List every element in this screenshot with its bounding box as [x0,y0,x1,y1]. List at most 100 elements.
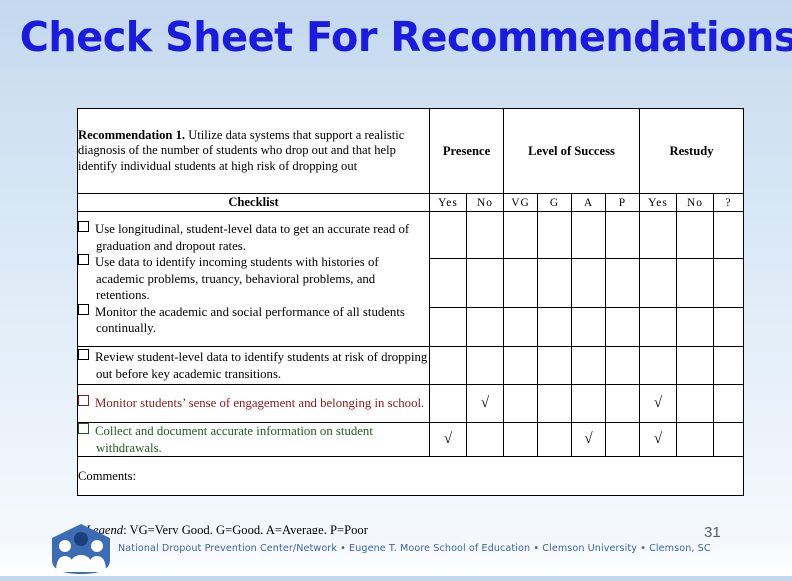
table-row: Monitor students’ sense of engagement an… [77,384,745,423]
footer-organization-text: National Dropout Prevention Center/Netwo… [118,543,711,554]
ndpc-shield-logo-icon [48,522,114,576]
checklist-item-6: Collect and document accurate informatio… [77,421,430,458]
list-item-label: Collect and document accurate informatio… [95,424,373,455]
cell-level-g[interactable] [537,346,573,385]
cell-restudy-yes[interactable]: √ [639,421,678,458]
cell-level-p[interactable] [605,421,641,458]
cell-restudy-yes[interactable] [639,346,678,385]
cell-restudy-unknown[interactable] [713,421,745,458]
cell-restudy-unknown[interactable] [713,210,745,260]
cell-presence-no[interactable] [465,346,505,385]
subheader-restudy-unknown: ? [713,193,745,212]
table-row: Review student-level data to identify st… [77,346,745,385]
cell-presence-yes[interactable] [429,384,467,423]
table-subheader-row: Checklist Yes No VG G A P Yes No ? [77,193,745,212]
cell-level-g[interactable] [537,384,573,423]
cell-level-vg[interactable] [503,346,539,385]
list-item-label: Use data to identify incoming students w… [95,255,379,303]
cell-presence-yes[interactable]: √ [429,421,467,458]
subheader-restudy-no: No [676,193,715,212]
cell-restudy-yes[interactable]: √ [639,384,678,423]
cell-restudy-yes[interactable] [639,258,678,309]
cell-level-p[interactable] [605,384,641,423]
cell-restudy-no[interactable] [676,210,715,260]
checkbox-icon[interactable] [78,254,89,266]
cell-restudy-no[interactable] [676,421,715,458]
comments-field[interactable]: Comments: [76,456,745,497]
cell-level-a[interactable] [571,210,607,260]
cell-presence-no[interactable] [465,421,505,458]
cell-restudy-no[interactable] [676,384,715,423]
subheader-level-p: P [605,193,641,212]
checkbox-icon[interactable] [78,395,89,407]
cell-restudy-no[interactable] [676,258,715,309]
cell-level-a[interactable]: √ [571,421,607,458]
cell-level-p[interactable] [605,346,641,385]
cell-level-vg[interactable] [503,258,539,309]
cell-level-p[interactable] [605,210,641,260]
cell-level-a[interactable] [571,346,607,385]
checklist-items-group-1: Use longitudinal, student-level data to … [77,211,430,347]
cell-level-p[interactable] [605,307,641,347]
list-item-label: Review student-level data to identify st… [95,349,428,381]
cell-presence-no[interactable] [465,307,505,347]
cell-level-a[interactable] [571,384,607,423]
subheader-level-g: G [537,193,573,212]
recommendation-check-table: Recommendation 1. Utilize data systems t… [76,108,745,497]
cell-presence-yes[interactable] [429,307,467,347]
cell-level-vg[interactable] [503,384,539,423]
cell-presence-yes[interactable] [429,258,467,309]
list-item-label: Monitor the academic and social performa… [95,304,405,336]
list-item-label: Monitor students’ sense of engagement an… [95,396,425,411]
cell-presence-no[interactable] [465,258,505,309]
comments-row: Comments: [76,456,745,497]
cell-restudy-unknown[interactable] [713,307,745,347]
checklist-item-4: Review student-level data to identify st… [77,346,430,385]
group-header-restudy: Restudy [639,108,745,194]
cell-restudy-unknown[interactable] [713,346,745,385]
cell-level-vg[interactable] [503,210,539,260]
cell-presence-yes[interactable] [429,210,467,260]
list-item[interactable]: Use longitudinal, student-level data to … [78,220,429,254]
cell-restudy-no[interactable] [676,346,715,385]
cell-level-vg[interactable] [503,307,539,347]
cell-presence-no[interactable]: √ [465,384,505,423]
cell-restudy-yes[interactable] [639,307,678,347]
group-header-level-of-success: Level of Success [503,108,641,194]
subheader-presence-yes: Yes [429,193,467,212]
checklist-item-5: Monitor students’ sense of engagement an… [77,384,430,423]
list-item[interactable]: Monitor students’ sense of engagement an… [78,395,429,412]
checkbox-icon[interactable] [78,348,89,360]
list-item[interactable]: Monitor the academic and social performa… [78,303,429,337]
cell-restudy-no[interactable] [676,307,715,347]
list-item-label: Use longitudinal, student-level data to … [95,221,410,253]
checkbox-icon[interactable] [78,423,89,434]
list-item[interactable]: Use data to identify incoming students w… [78,254,429,304]
checklist-header: Checklist [77,193,430,212]
cell-level-p[interactable] [605,258,641,309]
cell-level-g[interactable] [537,421,573,458]
group-header-presence: Presence [428,108,505,194]
cell-restudy-unknown[interactable] [713,258,745,309]
cell-presence-no[interactable] [465,210,505,260]
recommendation-label: Recommendation 1. [78,127,186,142]
list-item[interactable]: Collect and document accurate informatio… [78,423,429,456]
cell-restudy-yes[interactable] [639,210,678,260]
cell-restudy-unknown[interactable] [713,384,745,423]
cell-level-vg[interactable] [503,421,539,458]
cell-presence-yes[interactable] [429,346,467,385]
list-item[interactable]: Review student-level data to identify st… [78,348,429,382]
cell-level-g[interactable] [537,210,573,260]
table-row: Collect and document accurate informatio… [77,421,745,458]
cell-level-g[interactable] [537,258,573,309]
checkbox-icon[interactable] [78,220,89,232]
table-header-row: Recommendation 1. Utilize data systems t… [77,108,745,194]
subheader-level-vg: VG [503,193,539,212]
checkbox-icon[interactable] [78,303,89,315]
page-title: Check Sheet For Recommendations [19,13,792,61]
cell-level-a[interactable] [571,258,607,309]
subheader-level-a: A [571,193,607,212]
subheader-restudy-yes: Yes [639,193,678,212]
cell-level-a[interactable] [571,307,607,347]
cell-level-g[interactable] [537,307,573,347]
